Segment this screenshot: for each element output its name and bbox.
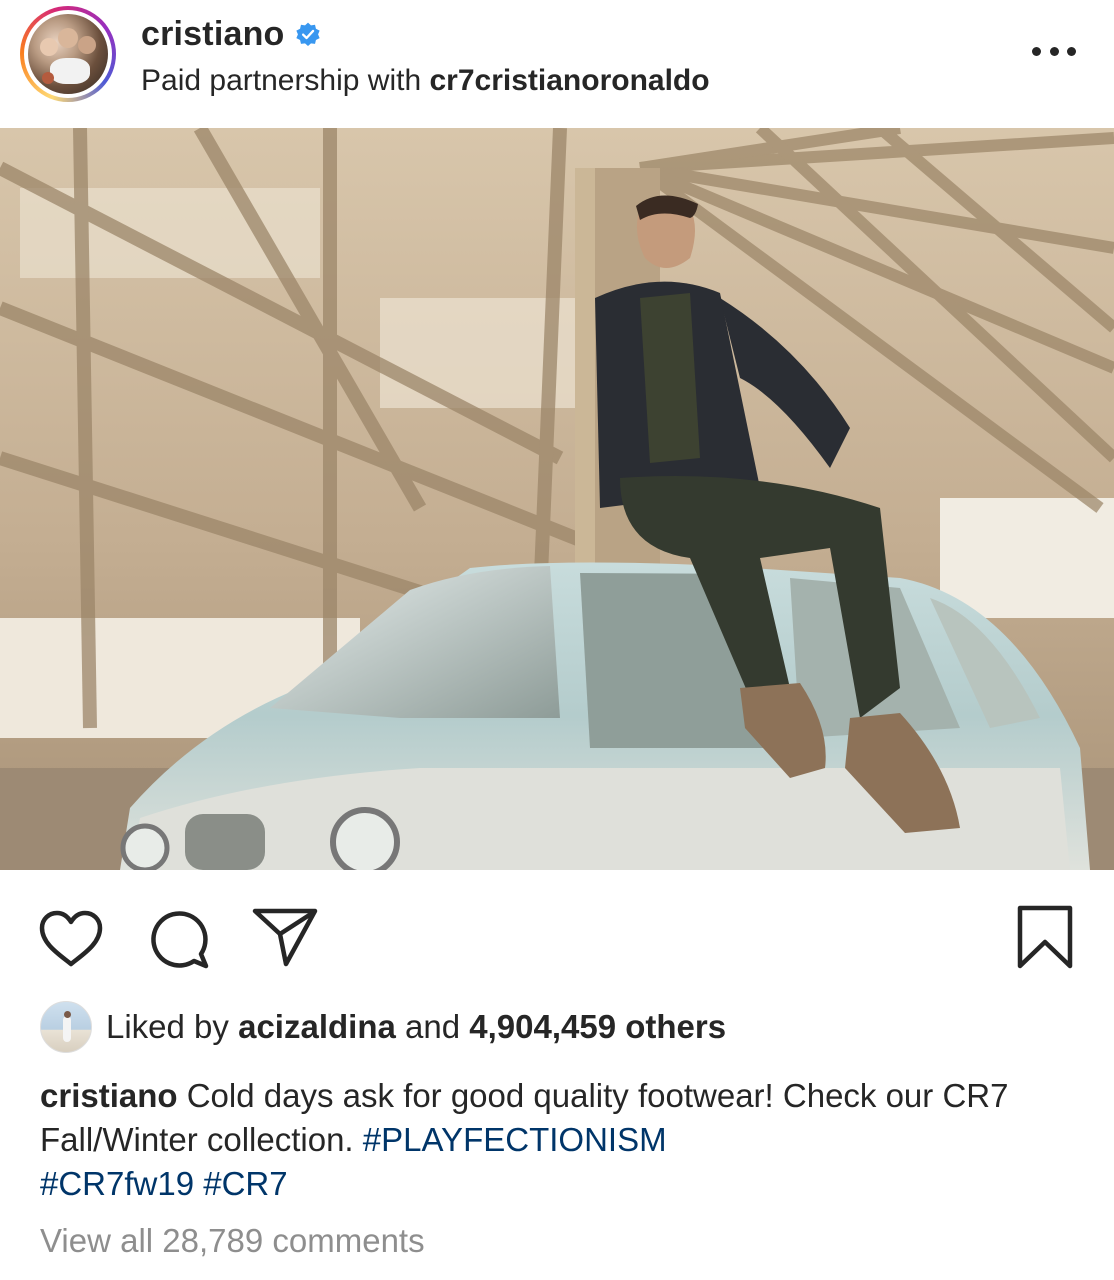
hashtag[interactable]: #CR7	[203, 1165, 287, 1202]
partner-link[interactable]: cr7cristianoronaldo	[430, 64, 710, 97]
share-icon[interactable]	[250, 906, 320, 968]
story-ring[interactable]	[20, 6, 116, 102]
liker-username[interactable]: acizaldina	[238, 1008, 396, 1045]
view-comments-link[interactable]: View all 28,789 comments	[40, 1222, 425, 1260]
author-username[interactable]: cristiano	[141, 15, 285, 54]
likes-and: and	[405, 1008, 461, 1045]
likes-summary: Liked by acizaldina and 4,904,459 others	[40, 1001, 726, 1053]
verified-badge-icon	[295, 22, 320, 46]
comment-icon[interactable]	[148, 908, 210, 970]
post-photo-illustration	[0, 128, 1114, 870]
author-avatar[interactable]	[28, 14, 108, 94]
more-dot-icon	[1032, 46, 1041, 56]
partnership-label: Paid partnership with cr7cristianoronald…	[141, 64, 710, 98]
liker-avatar[interactable]	[40, 1001, 92, 1053]
likes-text: Liked by acizaldina and 4,904,459 others	[106, 1008, 726, 1046]
likes-count[interactable]: 4,904,459 others	[469, 1008, 726, 1045]
heart-icon[interactable]	[38, 910, 104, 968]
partnership-prefix: Paid partnership with	[141, 64, 422, 97]
more-options-button[interactable]	[1032, 44, 1076, 58]
post-actions	[0, 870, 1114, 1000]
more-dot-icon	[1067, 46, 1076, 56]
bookmark-icon[interactable]	[1016, 904, 1074, 970]
post-header: cristiano Paid partnership with cr7crist…	[0, 0, 1114, 128]
hashtag[interactable]: #PLAYFECTIONISM	[363, 1121, 667, 1158]
caption-author[interactable]: cristiano	[40, 1077, 178, 1114]
post-caption: cristiano Cold days ask for good quality…	[40, 1074, 1060, 1206]
more-dot-icon	[1049, 46, 1059, 56]
post-photo[interactable]	[0, 128, 1114, 870]
likes-prefix: Liked by	[106, 1008, 229, 1045]
hashtag[interactable]: #CR7fw19	[40, 1165, 194, 1202]
